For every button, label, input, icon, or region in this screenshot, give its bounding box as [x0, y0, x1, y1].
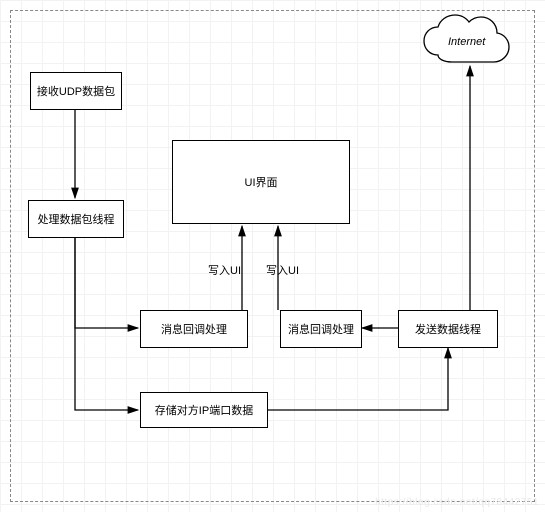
node-msg-cb-left: 消息回调处理 — [140, 310, 248, 348]
edge-label-write-ui-1: 写入UI — [208, 262, 241, 278]
watermark: https://blog.csdn.net/qq78442751 — [375, 497, 539, 508]
node-store-ip: 存储对方IP端口数据 — [140, 392, 268, 428]
edge-label-write-ui-2: 写入UI — [266, 262, 299, 278]
node-msg-cb-right: 消息回调处理 — [280, 310, 362, 348]
node-recv-udp: 接收UDP数据包 — [30, 72, 122, 110]
node-ui-panel: UI界面 — [172, 140, 350, 224]
cloud-label: Internet — [448, 36, 485, 48]
node-proc-thread: 处理数据包线程 — [28, 200, 124, 238]
node-send-thread: 发送数据线程 — [398, 310, 498, 348]
